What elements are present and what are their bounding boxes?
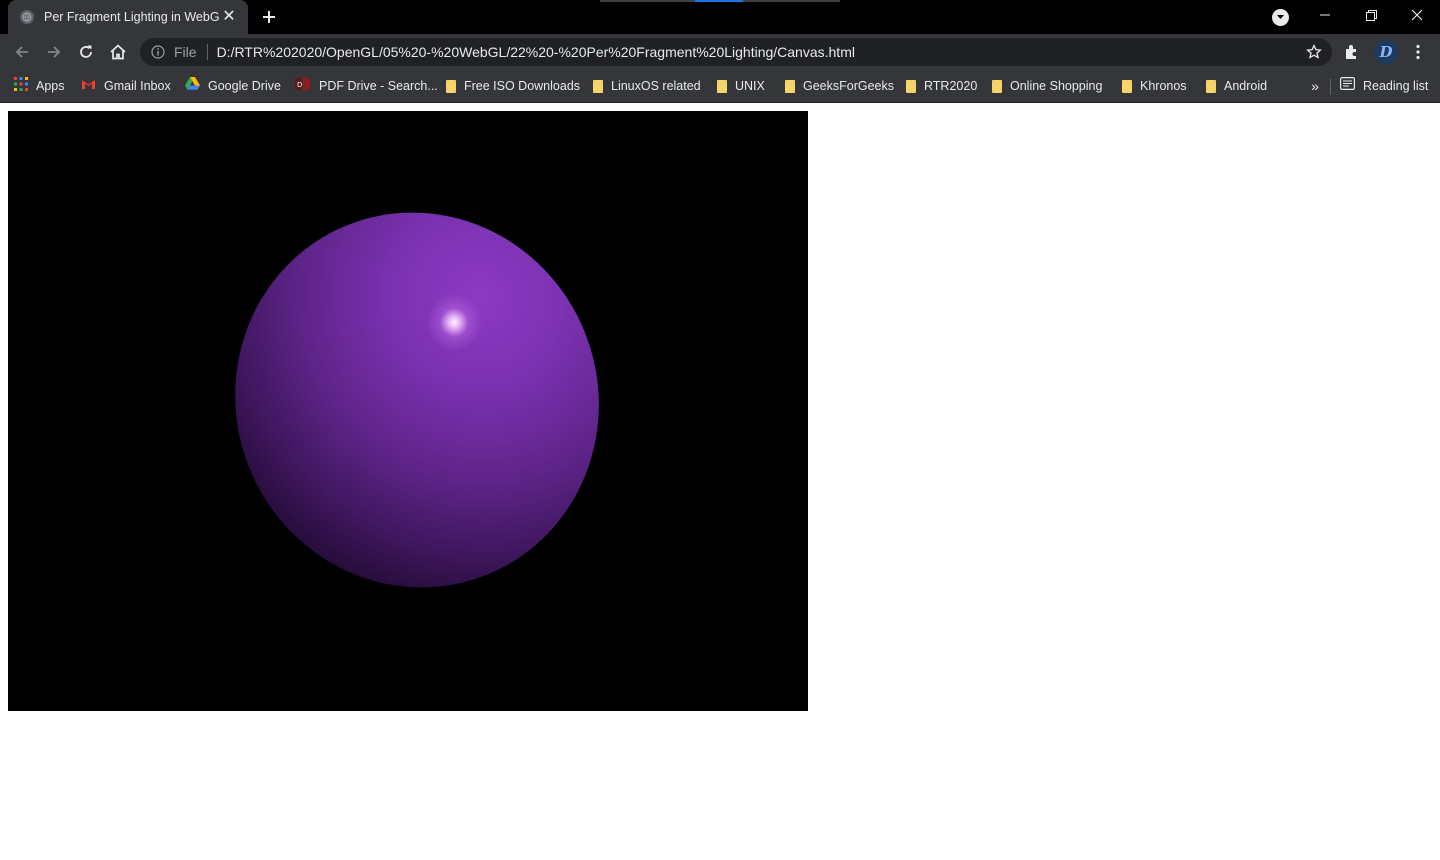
svg-text:D: D: [297, 81, 302, 89]
top-accent-strip: [600, 0, 695, 2]
bookmark-label: Android: [1224, 79, 1268, 93]
folder-icon: [1122, 79, 1132, 93]
webgl-canvas[interactable]: [8, 111, 808, 711]
arrow-right-icon: [48, 46, 61, 58]
new-tab-button[interactable]: [258, 6, 280, 28]
bookmark-label: UNIX: [735, 79, 765, 93]
profile-avatar[interactable]: D: [1374, 40, 1398, 64]
pdf-drive-icon: D: [295, 77, 311, 96]
url-divider: [206, 44, 208, 60]
bookmark-folder-khronos[interactable]: Khronos: [1122, 76, 1187, 96]
apps-grid-icon: [14, 76, 28, 96]
tab-close-icon[interactable]: ✕: [220, 8, 238, 26]
reload-button[interactable]: [73, 39, 99, 65]
bookmark-label: Gmail Inbox: [104, 79, 171, 93]
bookmark-label: GeeksForGeeks: [803, 79, 895, 93]
reload-icon: [80, 45, 92, 58]
bookmark-folder-online-shopping[interactable]: Online Shopping: [992, 76, 1102, 96]
bookmark-label: Online Shopping: [1010, 79, 1103, 93]
minimize-button[interactable]: [1302, 0, 1348, 30]
lit-sphere: [182, 161, 652, 639]
bookmark-folder-unix[interactable]: UNIX: [717, 76, 765, 96]
profile-initial: D: [1379, 43, 1393, 61]
folder-icon: [717, 79, 727, 93]
minimize-icon: [1320, 14, 1330, 16]
reading-list-label: Reading list: [1363, 79, 1429, 93]
puzzle-icon: [1346, 45, 1356, 59]
reading-list-button[interactable]: Reading list: [1340, 76, 1428, 96]
bookmark-folder-rtr2020[interactable]: RTR2020: [906, 76, 977, 96]
browser-toolbar: File D:/RTR%202020/OpenGL/05%20-%20WebGL…: [0, 34, 1440, 70]
bookmark-apps[interactable]: Apps: [14, 76, 65, 96]
folder-icon: [906, 79, 916, 93]
browser-menu-button[interactable]: [1408, 42, 1428, 62]
chevron-down-icon: [1277, 15, 1284, 19]
star-icon[interactable]: [1306, 44, 1322, 60]
top-accent-strip: [743, 0, 840, 2]
bookmark-gmail[interactable]: Gmail Inbox: [81, 76, 171, 96]
bookmark-google-drive[interactable]: Google Drive: [185, 76, 281, 96]
home-icon: [110, 44, 126, 60]
more-vertical-icon: [1416, 44, 1420, 60]
page-content: [0, 103, 1440, 860]
plus-icon: [263, 11, 275, 23]
bookmark-folder-geeksforgeeks[interactable]: GeeksForGeeks: [785, 76, 894, 96]
bookmarks-divider: [1330, 79, 1331, 95]
back-button[interactable]: [9, 39, 35, 65]
bookmark-folder-iso[interactable]: Free ISO Downloads: [446, 76, 580, 96]
browser-tab[interactable]: Per Fragment Lighting in WebGL ✕: [8, 0, 248, 34]
bookmark-label: Google Drive: [208, 79, 281, 93]
tab-search-button[interactable]: [1272, 9, 1289, 26]
close-window-button[interactable]: [1394, 0, 1440, 30]
bookmark-label: PDF Drive - Search...: [319, 79, 438, 93]
bookmark-label: LinuxOS related: [611, 79, 701, 93]
close-icon: [1411, 9, 1423, 21]
tab-title: Per Fragment Lighting in WebGL: [44, 10, 220, 24]
bookmark-pdf-drive[interactable]: D PDF Drive - Search...: [295, 76, 438, 96]
bookmark-folder-linux[interactable]: LinuxOS related: [593, 76, 701, 96]
google-drive-icon: [185, 77, 200, 95]
arrow-left-icon: [15, 46, 28, 58]
home-button[interactable]: [105, 39, 131, 65]
top-accent-strip-active: [695, 0, 743, 2]
info-icon[interactable]: [150, 44, 166, 60]
folder-icon: [593, 79, 603, 93]
bookmark-folder-android[interactable]: Android: [1206, 76, 1267, 96]
title-bar: Per Fragment Lighting in WebGL ✕: [0, 0, 1440, 34]
extensions-button[interactable]: [1342, 42, 1362, 62]
bookmark-label: RTR2020: [924, 79, 978, 93]
folder-icon: [1206, 79, 1216, 93]
globe-icon: [20, 10, 34, 24]
bookmark-label: Free ISO Downloads: [464, 79, 581, 93]
more-bookmarks-button[interactable]: »: [1306, 76, 1324, 96]
url-text[interactable]: D:/RTR%202020/OpenGL/05%20-%20WebGL/22%2…: [217, 44, 855, 60]
restore-button[interactable]: [1348, 0, 1394, 30]
gmail-icon: [81, 77, 96, 95]
reading-list-icon: [1340, 77, 1356, 95]
folder-icon: [446, 79, 456, 93]
folder-icon: [785, 79, 795, 93]
bookmark-label: Apps: [36, 79, 65, 93]
folder-icon: [992, 79, 1002, 93]
bookmark-label: Khronos: [1140, 79, 1187, 93]
restore-icon: [1365, 9, 1377, 21]
bookmarks-bar: Apps Gmail Inbox Google Drive D PDF Driv…: [0, 70, 1440, 103]
address-bar[interactable]: File D:/RTR%202020/OpenGL/05%20-%20WebGL…: [140, 38, 1332, 66]
forward-button[interactable]: [41, 39, 67, 65]
url-scheme-label: File: [174, 44, 197, 60]
